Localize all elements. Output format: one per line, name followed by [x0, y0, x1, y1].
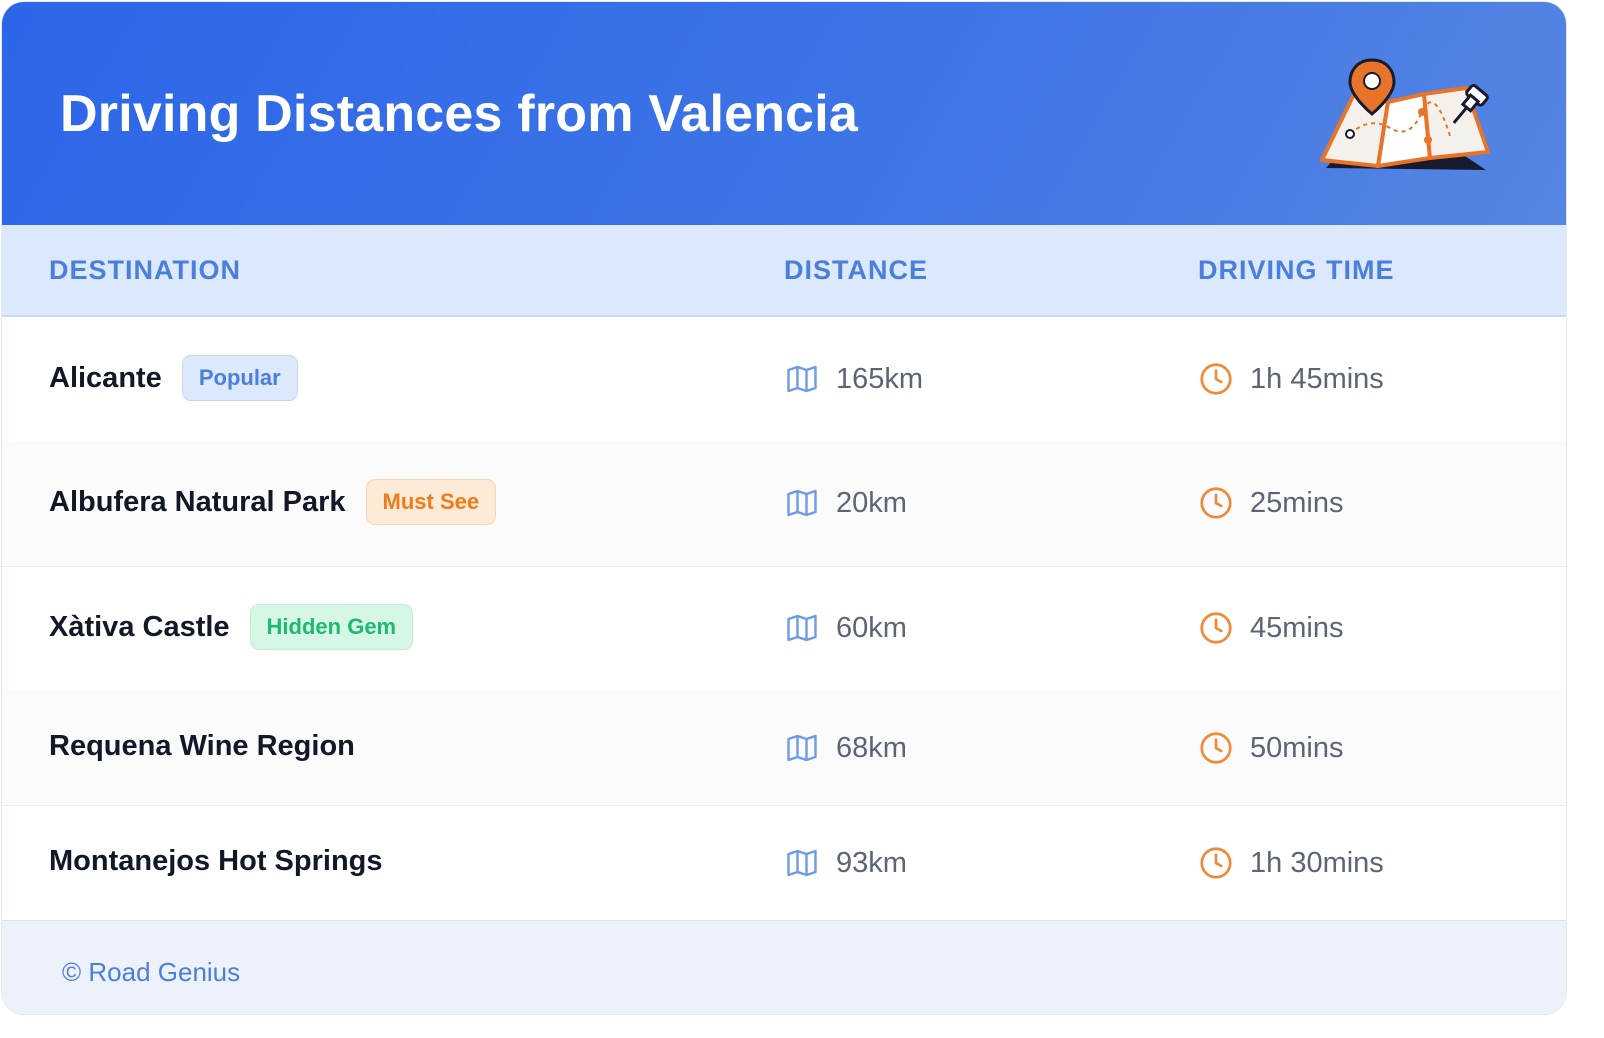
header-banner: Driving Distances from Valencia: [2, 2, 1566, 225]
distance-value: 68km: [836, 731, 907, 764]
table-row: Requena Wine Region 68km 50mins: [2, 690, 1566, 806]
time-value: 1h 30mins: [1250, 846, 1384, 879]
time-cell: 50mins: [1198, 730, 1344, 766]
clock-icon: [1200, 363, 1232, 395]
distance-value: 93km: [836, 846, 907, 879]
destination-name: Alicante: [49, 361, 162, 394]
distance-cell: 60km: [784, 610, 907, 646]
badge-popular: Popular: [181, 355, 298, 401]
time-cell: 25mins: [1198, 485, 1344, 521]
time-cell: 1h 30mins: [1198, 845, 1384, 881]
column-header-driving-time[interactable]: DRIVING TIME: [1198, 255, 1395, 286]
map-icon: [787, 489, 817, 517]
table-row: Montanejos Hot Springs 93km 1h 30mins: [2, 805, 1566, 920]
table-row: Alicante Popular 165km 1h 45mins: [2, 317, 1566, 442]
time-value: 50mins: [1250, 731, 1344, 764]
time-cell: 45mins: [1198, 610, 1344, 646]
page-title: Driving Distances from Valencia: [60, 85, 859, 143]
time-value: 25mins: [1250, 486, 1344, 519]
destination-cell: Montanejos Hot Springs: [49, 845, 383, 878]
distance-table-card: Driving Distances from Valencia DESTINAT…: [2, 2, 1566, 1014]
map-icon: [787, 734, 817, 762]
clock-icon: [1200, 612, 1232, 644]
distance-cell: 93km: [784, 845, 907, 881]
destination-name: Xàtiva Castle: [49, 610, 230, 643]
map-with-pins-icon: [1320, 58, 1490, 170]
destination-cell: Albufera Natural Park Must See: [49, 479, 497, 525]
footer-credit-link[interactable]: © Road Genius: [62, 957, 240, 988]
table-header: DESTINATION DISTANCE DRIVING TIME: [2, 225, 1566, 317]
map-icon: [787, 849, 817, 877]
destination-cell: Requena Wine Region: [49, 730, 355, 763]
distance-cell: 165km: [784, 361, 923, 397]
destination-cell: Alicante Popular: [49, 355, 298, 401]
time-value: 1h 45mins: [1250, 362, 1384, 395]
destination-cell: Xàtiva Castle Hidden Gem: [49, 604, 414, 650]
badge-hidden-gem: Hidden Gem: [249, 604, 414, 650]
distance-value: 60km: [836, 611, 907, 644]
table-row: Albufera Natural Park Must See 20km 25mi…: [2, 441, 1566, 567]
footer: © Road Genius: [2, 920, 1566, 1014]
distance-value: 165km: [836, 362, 924, 395]
destination-name: Requena Wine Region: [49, 730, 355, 762]
time-value: 45mins: [1250, 611, 1344, 644]
clock-icon: [1200, 487, 1232, 519]
clock-icon: [1200, 732, 1232, 764]
clock-icon: [1200, 847, 1232, 879]
distance-cell: 68km: [784, 730, 907, 766]
column-header-distance[interactable]: DISTANCE: [784, 255, 928, 286]
badge-must-see: Must See: [365, 479, 497, 525]
destination-name: Montanejos Hot Springs: [49, 845, 383, 877]
distance-cell: 20km: [784, 485, 907, 521]
distance-value: 20km: [836, 486, 907, 519]
destination-name: Albufera Natural Park: [49, 485, 346, 518]
map-icon: [787, 614, 817, 642]
table-row: Xàtiva Castle Hidden Gem 60km 45mins: [2, 566, 1566, 691]
time-cell: 1h 45mins: [1198, 361, 1384, 397]
column-header-destination[interactable]: DESTINATION: [49, 255, 241, 286]
map-icon: [787, 365, 817, 393]
